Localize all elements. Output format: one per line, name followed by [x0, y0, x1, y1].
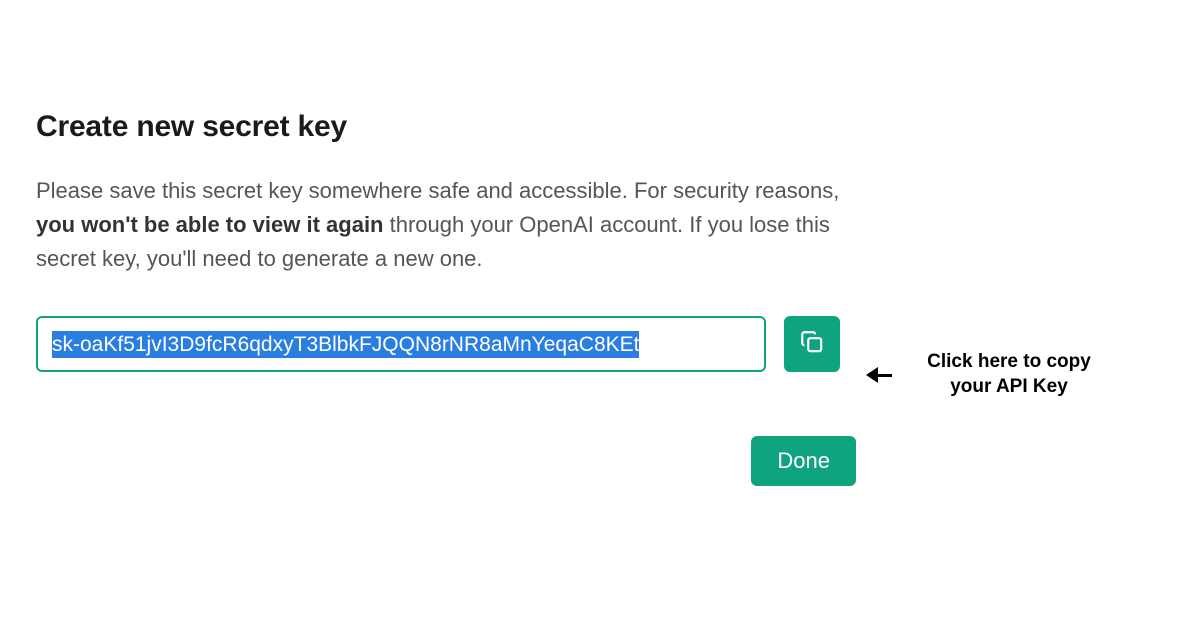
- dialog-footer: Done: [36, 436, 856, 486]
- copy-annotation: Click here to copy your API Key: [866, 350, 1114, 399]
- dialog-description: Please save this secret key somewhere sa…: [36, 174, 856, 276]
- copy-button[interactable]: [784, 316, 840, 372]
- create-secret-key-dialog: Create new secret key Please save this s…: [36, 110, 856, 486]
- secret-key-input[interactable]: sk-oaKf51jvI3D9fcR6qdxyT3BlbkFJQQN8rNR8a…: [36, 316, 766, 372]
- done-button[interactable]: Done: [751, 436, 856, 486]
- secret-key-value: sk-oaKf51jvI3D9fcR6qdxyT3BlbkFJQQN8rNR8a…: [52, 331, 639, 358]
- annotation-label: Click here to copy your API Key: [904, 350, 1114, 399]
- description-emphasis: you won't be able to view it again: [36, 212, 384, 237]
- arrow-left-icon: [866, 365, 892, 385]
- copy-icon: [799, 329, 825, 360]
- dialog-title: Create new secret key: [36, 110, 856, 144]
- secret-key-row: sk-oaKf51jvI3D9fcR6qdxyT3BlbkFJQQN8rNR8a…: [36, 316, 856, 372]
- description-pre: Please save this secret key somewhere sa…: [36, 178, 839, 203]
